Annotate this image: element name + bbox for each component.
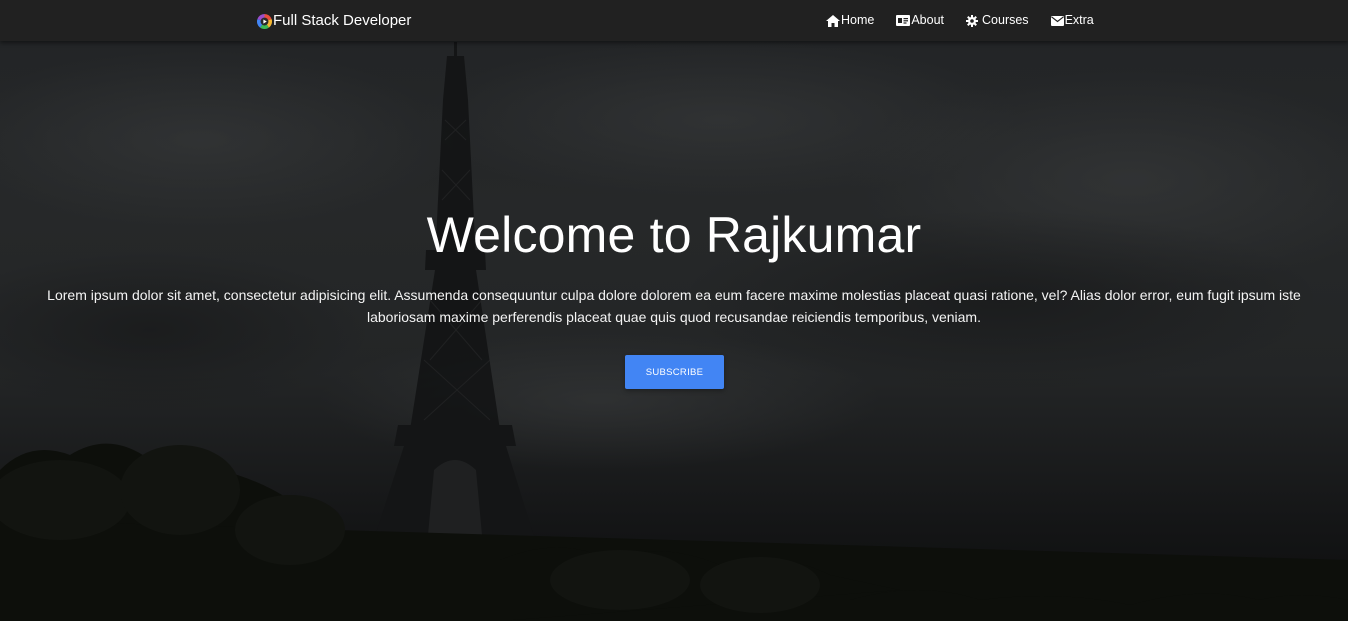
brand-name: Full Stack Developer	[273, 12, 412, 29]
nav-courses-label: Courses	[982, 13, 1029, 27]
nav-about-label: About	[911, 13, 945, 27]
id-card-icon	[896, 15, 911, 26]
brand-link[interactable]: Full Stack Developer	[257, 11, 411, 31]
gear-icon	[966, 14, 979, 27]
nav-extra-label: Extra	[1064, 13, 1094, 27]
top-navbar: Full Stack Developer Home About Courses …	[0, 0, 1348, 41]
nav-courses-link[interactable]: Courses	[966, 12, 1029, 29]
hero-paragraph: Lorem ipsum dolor sit amet, consectetur …	[47, 287, 1301, 325]
nav-links: Home About Courses Extra	[826, 12, 1116, 29]
nav-home-link[interactable]: Home	[826, 12, 874, 29]
hero-title: Welcome to Rajkumar	[426, 207, 922, 263]
nav-about-link[interactable]: About	[896, 12, 944, 29]
nav-extra-link[interactable]: Extra	[1050, 12, 1094, 29]
hero-content: Welcome to Rajkumar Lorem ipsum dolor si…	[0, 0, 1348, 621]
envelope-icon	[1050, 15, 1064, 26]
nav-home-label: Home	[841, 13, 875, 27]
home-icon	[826, 14, 840, 27]
subscribe-button[interactable]: SUBSCRIBE	[625, 355, 724, 389]
brand-logo-icon	[257, 13, 272, 29]
